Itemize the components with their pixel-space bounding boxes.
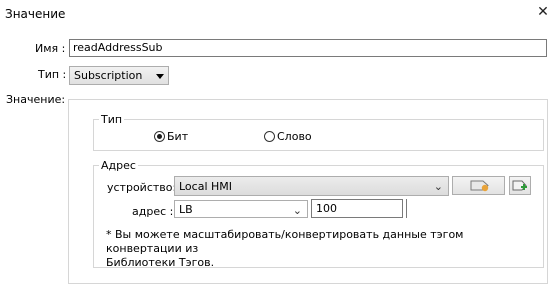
radio-unchecked-icon: [264, 131, 275, 142]
close-icon: ✕: [537, 4, 549, 20]
window-title: Значение: [5, 7, 66, 21]
type-group-title: Тип: [99, 113, 125, 126]
add-tag-icon: [512, 180, 527, 191]
name-input[interactable]: readAddressSub: [69, 39, 547, 57]
name-label: Имя :: [35, 42, 66, 55]
address-type-select[interactable]: LB ⌄: [174, 200, 308, 218]
device-label: устройство:: [107, 181, 177, 194]
value-label: Значение:: [6, 93, 66, 106]
radio-word-label: Слово: [277, 130, 312, 143]
radio-word[interactable]: Слово: [264, 130, 312, 143]
tag-icon: [470, 180, 489, 192]
address-value-input[interactable]: 100: [311, 199, 403, 218]
type-label: Тип :: [38, 68, 67, 81]
add-tag-button[interactable]: [509, 176, 531, 195]
address-extra-field[interactable]: [406, 199, 408, 218]
device-select[interactable]: Local HMI ⌄: [174, 176, 449, 196]
address-group-title: Адрес: [99, 159, 138, 172]
address-type-value: LB: [179, 203, 193, 216]
close-button[interactable]: ✕: [536, 5, 550, 19]
dropdown-arrow-icon: [156, 74, 164, 79]
address-label: адрес :: [132, 205, 174, 218]
radio-bit-label: Бит: [167, 130, 189, 143]
device-select-value: Local HMI: [179, 180, 233, 193]
tag-button[interactable]: [452, 176, 505, 195]
radio-checked-icon: [154, 131, 165, 142]
chevron-down-icon: ⌄: [433, 180, 443, 193]
chevron-down-icon: ⌄: [292, 204, 302, 217]
radio-bit[interactable]: Бит: [154, 130, 188, 143]
conversion-hint: * Вы можете масштабировать/конвертироват…: [106, 228, 464, 269]
type-select[interactable]: Subscription: [69, 66, 169, 85]
type-select-value: Subscription: [74, 69, 143, 82]
